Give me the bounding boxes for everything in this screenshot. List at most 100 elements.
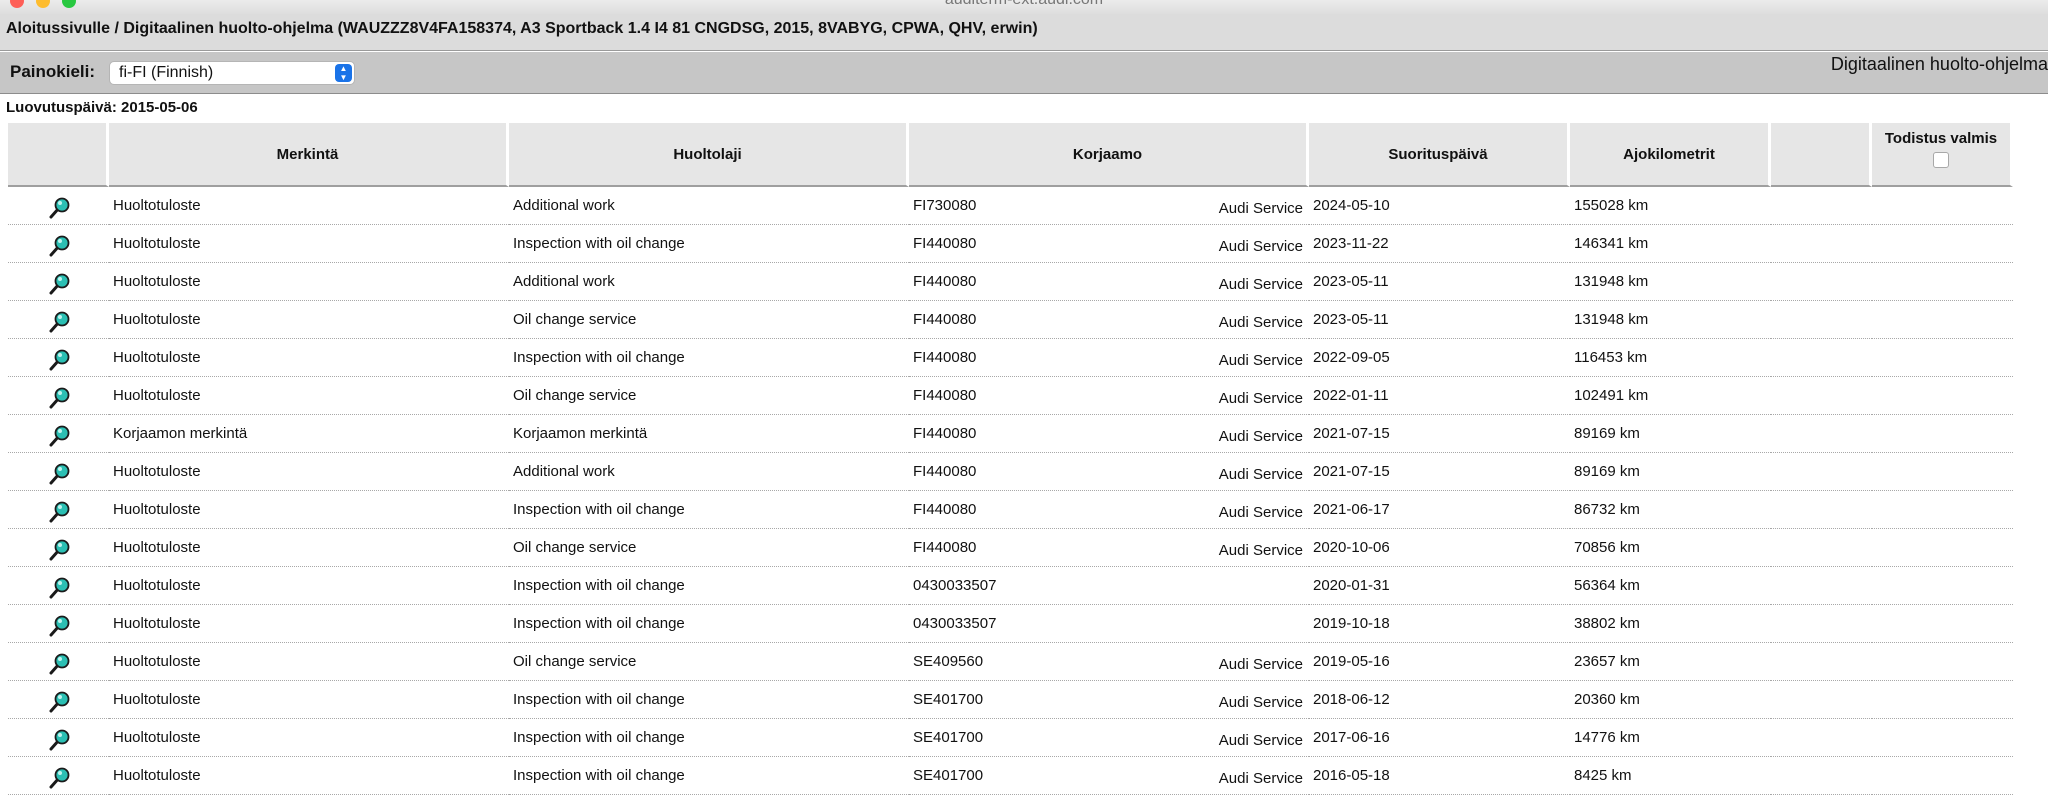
cell-date: 2023-11-22 bbox=[1309, 225, 1570, 263]
workshop-name: Audi Service bbox=[1218, 466, 1303, 483]
workshop-code: 0430033507 bbox=[913, 615, 997, 632]
header-icon-column bbox=[8, 123, 109, 187]
view-detail-button[interactable] bbox=[8, 567, 109, 605]
cell-service-type: Inspection with oil change bbox=[509, 719, 909, 757]
language-select-value: fi-FI (Finnish) bbox=[119, 64, 214, 81]
header-km[interactable]: Ajokilometrit bbox=[1570, 123, 1771, 187]
header-marking[interactable]: Merkintä bbox=[109, 123, 509, 187]
cell-service-type: Additional work bbox=[509, 453, 909, 491]
table-header-row: Merkintä Huoltolaji Korjaamo Suorituspäi… bbox=[8, 123, 2013, 187]
cell-date: 2021-06-17 bbox=[1309, 491, 1570, 529]
header-workshop[interactable]: Korjaamo bbox=[909, 123, 1309, 187]
magnifier-icon bbox=[49, 615, 69, 636]
table-row: Huoltotuloste Inspection with oil change S… bbox=[8, 681, 2013, 719]
cell-workshop: FI440080 Audi Service bbox=[909, 263, 1309, 301]
view-detail-button[interactable] bbox=[8, 339, 109, 377]
view-detail-button[interactable] bbox=[8, 491, 109, 529]
cell-marking: Huoltotuloste bbox=[109, 719, 509, 757]
view-detail-button[interactable] bbox=[8, 529, 109, 567]
delivery-date: Luovutuspäivä: 2015-05-06 bbox=[6, 99, 198, 116]
header-blank bbox=[1771, 123, 1872, 187]
cell-service-type: Additional work bbox=[509, 263, 909, 301]
cell-marking: Huoltotuloste bbox=[109, 529, 509, 567]
select-arrows-icon: ▲ ▼ bbox=[335, 64, 352, 82]
cell-date: 2019-05-16 bbox=[1309, 643, 1570, 681]
table-row: Huoltotuloste Inspection with oil change S… bbox=[8, 757, 2013, 795]
workshop-code: FI440080 bbox=[913, 463, 977, 480]
workshop-code: SE409560 bbox=[913, 653, 984, 670]
magnifier-icon bbox=[49, 311, 69, 332]
view-detail-button[interactable] bbox=[8, 263, 109, 301]
workshop-name: Audi Service bbox=[1218, 694, 1303, 711]
view-detail-button[interactable] bbox=[8, 377, 109, 415]
cell-certificate bbox=[1872, 567, 2013, 605]
workshop-name: Audi Service bbox=[1218, 314, 1303, 331]
workshop-name: Audi Service bbox=[1218, 200, 1303, 217]
cell-blank bbox=[1771, 339, 1872, 377]
view-detail-button[interactable] bbox=[8, 225, 109, 263]
cell-certificate bbox=[1872, 757, 2013, 795]
cell-date: 2020-10-06 bbox=[1309, 529, 1570, 567]
table-row: Huoltotuloste Inspection with oil change 0… bbox=[8, 605, 2013, 643]
cell-km: 8425 km bbox=[1570, 757, 1771, 795]
cell-workshop: SE401700 Audi Service bbox=[909, 719, 1309, 757]
workshop-code: FI440080 bbox=[913, 387, 977, 404]
cell-marking: Huoltotuloste bbox=[109, 605, 509, 643]
cell-marking: Huoltotuloste bbox=[109, 643, 509, 681]
table-row: Huoltotuloste Inspection with oil change 0… bbox=[8, 567, 2013, 605]
magnifier-icon bbox=[49, 691, 69, 712]
workshop-name: Audi Service bbox=[1218, 542, 1303, 559]
table-row: Korjaamon merkintä Korjaamon merkintä FI44… bbox=[8, 415, 2013, 453]
table-row: Huoltotuloste Oil change service FI440080 A… bbox=[8, 529, 2013, 567]
cell-certificate bbox=[1872, 453, 2013, 491]
workshop-name: Audi Service bbox=[1218, 390, 1303, 407]
workshop-code: FI440080 bbox=[913, 273, 977, 290]
cell-blank bbox=[1771, 377, 1872, 415]
cell-service-type: Inspection with oil change bbox=[509, 605, 909, 643]
view-detail-button[interactable] bbox=[8, 719, 109, 757]
workshop-name: Audi Service bbox=[1218, 428, 1303, 445]
cell-blank bbox=[1771, 415, 1872, 453]
view-detail-button[interactable] bbox=[8, 605, 109, 643]
magnifier-icon bbox=[49, 729, 69, 750]
magnifier-icon bbox=[49, 387, 69, 408]
cell-date: 2016-05-18 bbox=[1309, 757, 1570, 795]
cell-marking: Huoltotuloste bbox=[109, 681, 509, 719]
cell-certificate bbox=[1872, 301, 2013, 339]
cell-workshop: SE401700 Audi Service bbox=[909, 681, 1309, 719]
table-row: Huoltotuloste Inspection with oil change F… bbox=[8, 339, 2013, 377]
cell-km: 56364 km bbox=[1570, 567, 1771, 605]
table-row: Huoltotuloste Additional work FI730080 Audi… bbox=[8, 187, 2013, 225]
cell-date: 2023-05-11 bbox=[1309, 263, 1570, 301]
header-service-type[interactable]: Huoltolaji bbox=[509, 123, 909, 187]
workshop-code: FI440080 bbox=[913, 235, 977, 252]
table-row: Huoltotuloste Additional work FI440080 Audi… bbox=[8, 453, 2013, 491]
cell-service-type: Inspection with oil change bbox=[509, 491, 909, 529]
view-detail-button[interactable] bbox=[8, 681, 109, 719]
workshop-code: FI440080 bbox=[913, 311, 977, 328]
cell-workshop: FI440080 Audi Service bbox=[909, 491, 1309, 529]
cell-date: 2021-07-15 bbox=[1309, 415, 1570, 453]
cell-certificate bbox=[1872, 643, 2013, 681]
certificate-checkbox[interactable] bbox=[1933, 152, 1949, 168]
view-detail-button[interactable] bbox=[8, 187, 109, 225]
cell-workshop: 0430033507 bbox=[909, 605, 1309, 643]
magnifier-icon bbox=[49, 501, 69, 522]
cell-km: 23657 km bbox=[1570, 643, 1771, 681]
cell-service-type: Oil change service bbox=[509, 529, 909, 567]
cell-workshop: FI440080 Audi Service bbox=[909, 301, 1309, 339]
view-detail-button[interactable] bbox=[8, 301, 109, 339]
workshop-name: Audi Service bbox=[1218, 238, 1303, 255]
view-detail-button[interactable] bbox=[8, 453, 109, 491]
header-date[interactable]: Suorituspäivä bbox=[1309, 123, 1570, 187]
cell-km: 70856 km bbox=[1570, 529, 1771, 567]
cell-marking: Korjaamon merkintä bbox=[109, 415, 509, 453]
view-detail-button[interactable] bbox=[8, 757, 109, 795]
view-detail-button[interactable] bbox=[8, 643, 109, 681]
workshop-name: Audi Service bbox=[1218, 732, 1303, 749]
cell-km: 89169 km bbox=[1570, 453, 1771, 491]
cell-workshop: FI440080 Audi Service bbox=[909, 529, 1309, 567]
view-detail-button[interactable] bbox=[8, 415, 109, 453]
magnifier-icon bbox=[49, 349, 69, 370]
language-select[interactable]: fi-FI (Finnish) ▲ ▼ bbox=[109, 61, 355, 85]
